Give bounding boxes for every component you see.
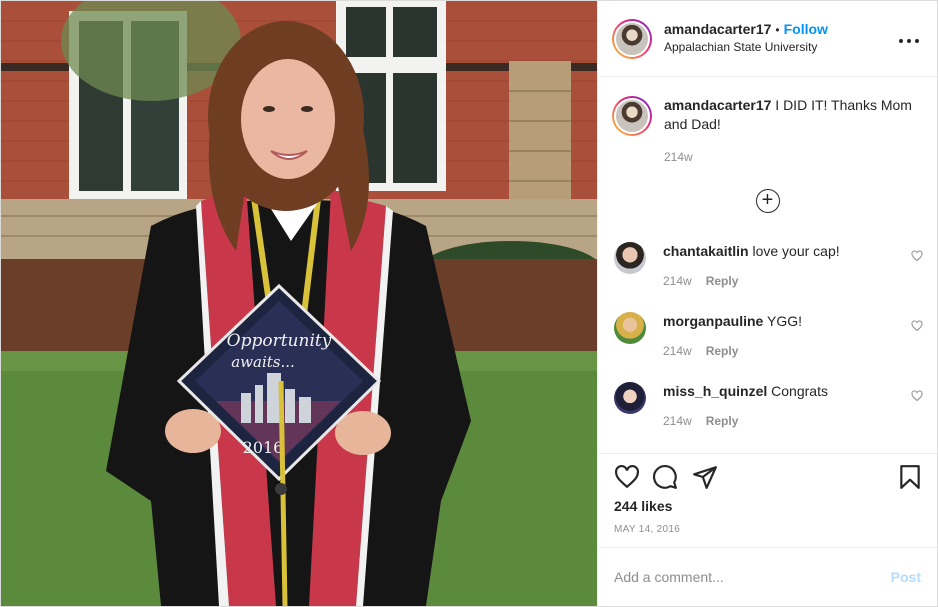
caption-timestamp[interactable]: 214w — [664, 148, 921, 167]
like-comment-heart-icon[interactable] — [911, 390, 923, 402]
add-comment-bar: Post — [598, 547, 937, 605]
comment-item: morganpauline YGG! 214w Reply — [614, 312, 923, 360]
header-text: amandacarter17 • Follow Appalachian State … — [664, 21, 897, 56]
caption-username[interactable]: amandacarter17 — [664, 97, 771, 113]
location-link[interactable]: Appalachian State University — [664, 39, 897, 56]
author-avatar[interactable] — [612, 18, 652, 59]
comment-text: YGG! — [767, 313, 803, 329]
comment-username[interactable]: chantakaitlin — [663, 243, 749, 259]
commenter-avatar[interactable] — [614, 312, 646, 344]
comment-text: love your cap! — [752, 243, 840, 259]
post-caption: amandacarter17 I DID IT! Thanks Mom and … — [598, 78, 937, 167]
comment-body: morganpauline YGG! 214w Reply — [663, 312, 923, 360]
caption-avatar[interactable] — [612, 96, 652, 136]
graduation-photo: Opportunity awaits... 2016 — [1, 1, 597, 606]
comment-meta: 214w Reply — [663, 342, 923, 360]
load-more-comments[interactable]: + — [598, 189, 937, 215]
post-header: amandacarter17 • Follow Appalachian State … — [598, 1, 937, 77]
commenter-avatar[interactable] — [614, 382, 646, 414]
like-comment-heart-icon[interactable] — [911, 250, 923, 262]
instagram-post: Opportunity awaits... 2016 amandacarter1… — [0, 0, 938, 607]
post-comment-button[interactable]: Post — [891, 569, 921, 585]
comment-icon[interactable] — [652, 464, 678, 490]
comment-meta: 214w Reply — [663, 412, 923, 430]
likes-count[interactable]: 244 likes — [614, 498, 672, 514]
author-username[interactable]: amandacarter17 — [664, 21, 771, 37]
caption-text: amandacarter17 I DID IT! Thanks Mom and … — [664, 96, 921, 167]
comment-timestamp[interactable]: 214w — [663, 414, 692, 428]
reply-button[interactable]: Reply — [706, 414, 739, 428]
comment-body: miss_h_quinzel Congrats 214w Reply — [663, 382, 923, 430]
add-comment-input[interactable] — [614, 568, 891, 585]
comment-username[interactable]: morganpauline — [663, 313, 763, 329]
comment-item: chantakaitlin love your cap! 214w Reply — [614, 242, 923, 290]
share-icon[interactable] — [692, 464, 718, 490]
reply-button[interactable]: Reply — [706, 274, 739, 288]
cap-year: 2016 — [243, 438, 284, 457]
separator-dot: • — [775, 23, 780, 37]
heart-icon[interactable] — [614, 464, 640, 490]
follow-button[interactable]: Follow — [784, 21, 828, 37]
commenter-avatar[interactable] — [614, 242, 646, 274]
comment-meta: 214w Reply — [663, 272, 923, 290]
action-icons — [614, 464, 923, 492]
comment-timestamp[interactable]: 214w — [663, 274, 692, 288]
post-actions: 244 likes MAY 14, 2016 — [598, 453, 937, 547]
comments-section[interactable]: amandacarter17 I DID IT! Thanks Mom and … — [598, 78, 937, 452]
comment-text: Congrats — [771, 383, 828, 399]
comment-item: miss_h_quinzel Congrats 214w Reply — [614, 382, 923, 430]
like-comment-heart-icon[interactable] — [911, 320, 923, 332]
more-horizontal-icon[interactable] — [897, 28, 921, 49]
post-side-panel: amandacarter17 • Follow Appalachian State … — [597, 1, 937, 606]
reply-button[interactable]: Reply — [706, 344, 739, 358]
bookmark-icon[interactable] — [897, 464, 923, 490]
plus-circle-icon[interactable]: + — [755, 189, 780, 213]
post-date[interactable]: MAY 14, 2016 — [614, 524, 680, 535]
comment-timestamp[interactable]: 214w — [663, 344, 692, 358]
comment-body: chantakaitlin love your cap! 214w Reply — [663, 242, 923, 290]
post-photo[interactable]: Opportunity awaits... 2016 — [1, 1, 597, 606]
cap-text-line2: awaits... — [231, 353, 295, 371]
comment-username[interactable]: miss_h_quinzel — [663, 383, 767, 399]
cap-text-line1: Opportunity — [227, 331, 332, 351]
